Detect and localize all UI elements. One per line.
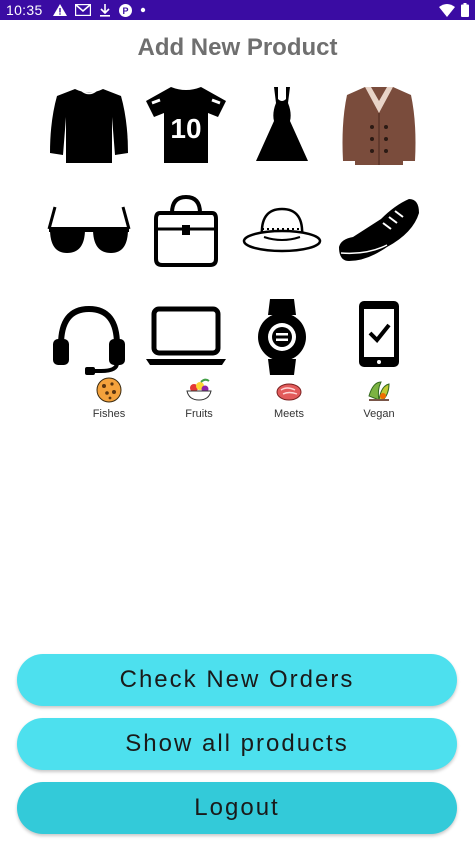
- jersey-number: 10: [170, 113, 201, 144]
- category-coat[interactable]: [334, 80, 424, 170]
- sunglasses-icon: [47, 206, 131, 253]
- check-new-orders-button[interactable]: Check New Orders: [17, 654, 457, 706]
- sneaker-icon: [338, 199, 419, 261]
- wifi-icon: [439, 3, 455, 17]
- category-row-accessories: [44, 186, 424, 276]
- meat-icon: [275, 376, 303, 404]
- page-title: Add New Product: [137, 34, 338, 61]
- category-handbag[interactable]: [141, 186, 231, 276]
- sweater-icon: [50, 89, 128, 163]
- smartwatch-icon: [258, 299, 307, 375]
- category-dress[interactable]: [237, 80, 327, 170]
- category-smartwatch[interactable]: [237, 292, 327, 382]
- food-label-fishes: Fishes: [92, 408, 126, 420]
- category-sunglasses[interactable]: [44, 186, 134, 276]
- logout-button[interactable]: Logout: [17, 782, 457, 834]
- category-smartphone[interactable]: [334, 292, 424, 382]
- handbag-icon: [153, 194, 218, 267]
- system-icons: [439, 3, 469, 17]
- svg-text:P: P: [122, 6, 128, 16]
- app-icon: P: [118, 3, 132, 17]
- jersey-icon: 10: [145, 87, 226, 163]
- status-bar: 10:35 P: [0, 0, 475, 20]
- dress-icon: [256, 87, 309, 161]
- headset-icon: [53, 305, 125, 375]
- dot-icon: [140, 7, 145, 13]
- category-meets[interactable]: Meets: [244, 376, 334, 420]
- laptop-icon: [145, 306, 226, 365]
- battery-icon: [461, 3, 469, 17]
- category-hat[interactable]: [237, 186, 327, 276]
- smartphone-icon: [358, 301, 399, 367]
- category-fishes[interactable]: Fishes: [64, 376, 154, 420]
- category-laptop[interactable]: [141, 292, 231, 382]
- category-fruits[interactable]: Fruits: [154, 376, 244, 420]
- category-jersey[interactable]: 10: [141, 80, 231, 170]
- gmail-icon: [74, 4, 91, 16]
- category-grid: 10: [44, 80, 424, 398]
- food-label-vegan: Vegan: [363, 408, 395, 420]
- food-label-fruits: Fruits: [185, 408, 213, 420]
- fruit-bowl-icon: [185, 376, 213, 404]
- food-label-meets: Meets: [274, 408, 304, 420]
- category-sneaker[interactable]: [334, 186, 424, 276]
- download-icon: [99, 3, 110, 17]
- vegetables-icon: [365, 376, 393, 404]
- cookie-icon: [95, 376, 123, 404]
- category-sweater[interactable]: [44, 80, 134, 170]
- hat-icon: [243, 207, 322, 253]
- coat-icon: [342, 87, 416, 165]
- food-category-row: Fishes Fruits Meets Vegan: [64, 376, 424, 420]
- show-all-products-button[interactable]: Show all products: [17, 718, 457, 770]
- alert-icon: [52, 4, 67, 16]
- status-time: 10:35: [6, 2, 43, 18]
- category-vegan[interactable]: Vegan: [334, 376, 424, 420]
- notification-icons: P: [52, 3, 146, 17]
- category-headset[interactable]: [44, 292, 134, 382]
- category-row-electronics: [44, 292, 424, 382]
- category-row-clothing: 10: [44, 80, 424, 170]
